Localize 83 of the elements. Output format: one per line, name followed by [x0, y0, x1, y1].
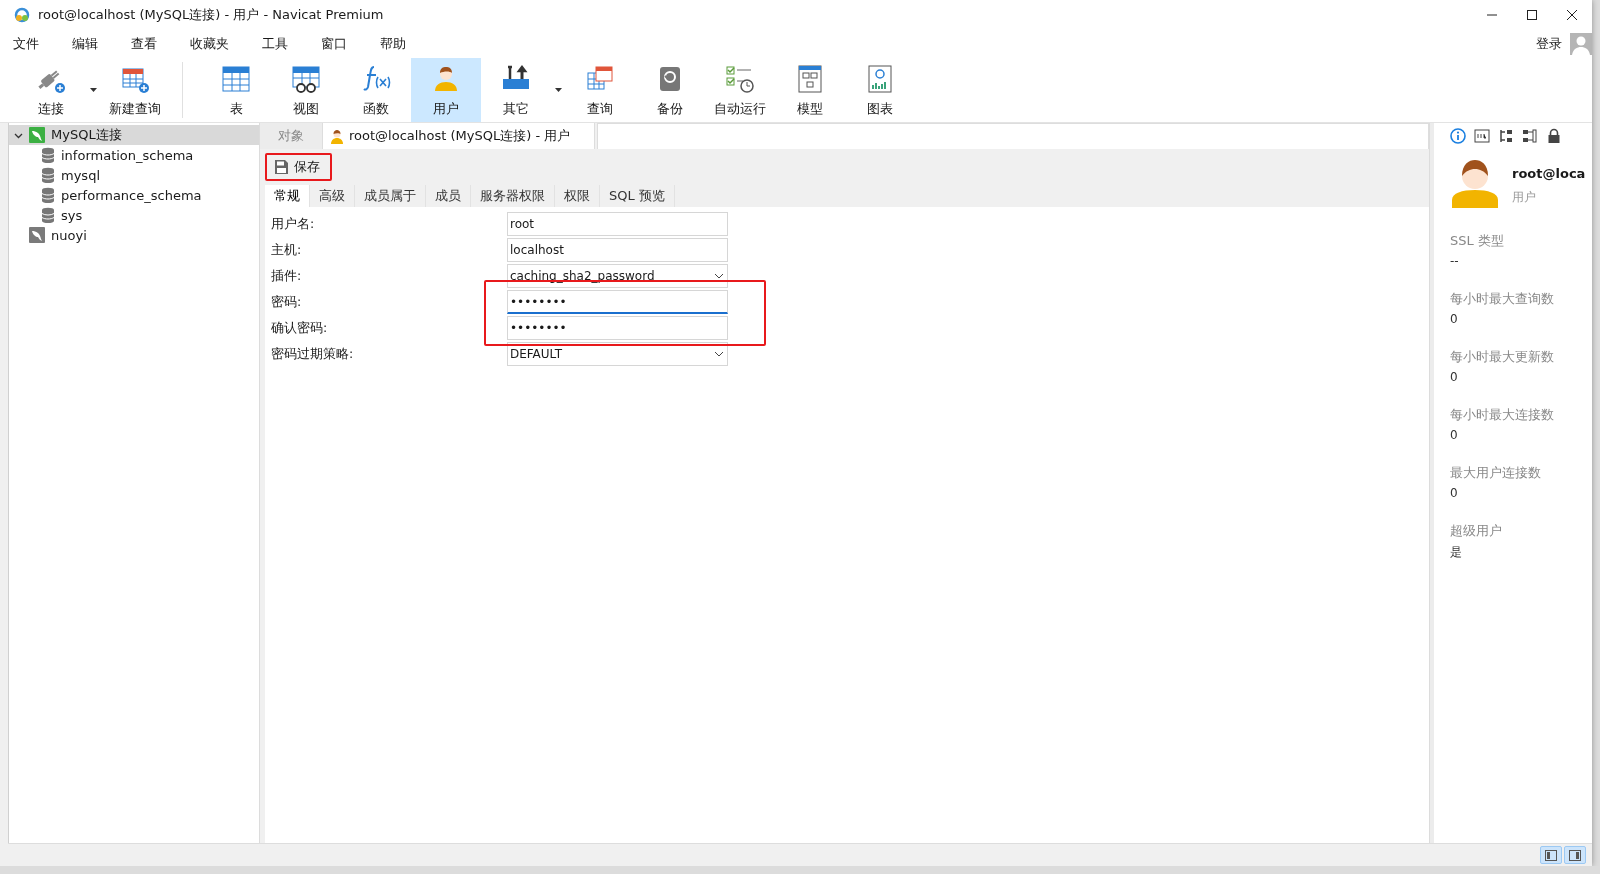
tree-item[interactable]: sys [9, 205, 259, 225]
toolbar-button[interactable]: 模型 [775, 58, 845, 122]
chevron-down-icon[interactable] [714, 351, 724, 357]
tree-item-label: information_schema [61, 147, 194, 163]
lock-icon[interactable] [1546, 128, 1562, 144]
left-panel-icon [1545, 849, 1557, 861]
toolbar-button[interactable]: 视图 [271, 58, 341, 122]
tree-item-label: nuoyi [51, 227, 87, 243]
dropdown-field[interactable]: DEFAULT [507, 342, 728, 366]
database-icon [41, 207, 55, 223]
database-icon [41, 167, 55, 183]
maximize-icon[interactable] [1526, 9, 1538, 21]
menu-item[interactable]: 收藏夹 [183, 33, 236, 55]
chevron-down-icon[interactable] [714, 273, 724, 279]
menu-item[interactable]: 帮助 [373, 33, 413, 55]
user-name: root@loca [1512, 166, 1586, 181]
menu-item[interactable]: 工具 [255, 33, 295, 55]
toolbar-button[interactable]: 自动运行 [705, 58, 775, 122]
property-value: 0 [1450, 312, 1459, 326]
tree-item-label: MySQL连接 [51, 126, 122, 144]
toolbar-button[interactable]: 用户 [411, 58, 481, 122]
input-field[interactable]: root [507, 212, 728, 236]
field-label: 密码过期策略: [271, 345, 355, 363]
field-label: 确认密码: [271, 319, 329, 337]
info-icon[interactable] [1450, 128, 1466, 144]
property-value: 0 [1450, 486, 1459, 500]
property-value: 0 [1450, 370, 1459, 384]
toolbar-button[interactable]: 其它 [481, 58, 551, 122]
property-label: 超级用户 [1450, 522, 1503, 540]
menu-item[interactable]: 文件 [6, 33, 46, 55]
property-value: 0 [1450, 428, 1459, 442]
sub-tab[interactable]: 常规 [265, 185, 310, 207]
ddl-icon[interactable] [1474, 128, 1490, 144]
field-label: 用户名: [271, 215, 316, 233]
user-icon [329, 128, 345, 144]
menu-item[interactable]: 编辑 [65, 33, 105, 55]
property-value: -- [1450, 254, 1460, 268]
property-label: 每小时最大更新数 [1450, 348, 1555, 366]
field-label: 主机: [271, 241, 303, 259]
toolbar-button[interactable]: 表 [201, 58, 271, 122]
window-title: root@localhost (MySQL连接) - 用户 - Navicat Premium [38, 6, 385, 24]
toolbar-button[interactable]: 查询 [565, 58, 635, 122]
toolbar-button[interactable]: 函数 [341, 58, 411, 122]
tree-item-label: performance_schema [61, 187, 202, 203]
property-label: 每小时最大连接数 [1450, 406, 1555, 424]
login-link[interactable]: 登录 [1536, 35, 1562, 53]
toolbar-button[interactable]: 连接 [16, 58, 86, 122]
menu-item[interactable]: 窗口 [314, 33, 354, 55]
panel-toggle-button[interactable] [1540, 846, 1562, 864]
tree-item[interactable]: MySQL连接 [9, 125, 259, 145]
close-icon[interactable] [1566, 9, 1578, 21]
panel-toggle-button[interactable] [1564, 846, 1586, 864]
tree-item[interactable]: information_schema [9, 145, 259, 165]
password-field[interactable]: •••••••• [507, 290, 728, 314]
property-label: 每小时最大查询数 [1450, 290, 1555, 308]
tree-item[interactable]: nuoyi [9, 225, 259, 245]
menu-item[interactable]: 查看 [124, 33, 164, 55]
toolbar-button[interactable]: 图表 [845, 58, 915, 122]
tree-item-label: mysql [61, 167, 100, 183]
save-button[interactable]: 保存 [265, 153, 332, 181]
property-label: 最大用户连接数 [1450, 464, 1542, 482]
database-icon [41, 147, 55, 163]
dropdown-caret-icon[interactable] [89, 88, 97, 92]
property-label: SSL 类型 [1450, 232, 1505, 250]
compare-icon[interactable] [1522, 128, 1538, 144]
dependency-icon[interactable] [1498, 128, 1514, 144]
dropdown-field[interactable]: caching_sha2_password [507, 264, 728, 288]
toolbar-button[interactable]: 新建查询 [100, 58, 170, 122]
dropdown-caret-icon[interactable] [554, 88, 562, 92]
database-icon [41, 187, 55, 203]
app-logo-icon [14, 7, 30, 23]
tree-item-label: sys [61, 207, 83, 223]
password-field[interactable]: •••••••• [507, 316, 728, 340]
right-panel-icon [1569, 849, 1581, 861]
input-field[interactable]: localhost [507, 238, 728, 262]
editor-tab[interactable]: root@localhost (MySQL连接) - 用户 [323, 123, 596, 149]
field-label: 密码: [271, 293, 303, 311]
toolbar-button[interactable]: 备份 [635, 58, 705, 122]
property-value: 是 [1450, 544, 1463, 561]
field-label: 插件: [271, 267, 303, 285]
user-role: 用户 [1512, 189, 1537, 206]
tree-item[interactable]: performance_schema [9, 185, 259, 205]
tree-item[interactable]: mysql [9, 165, 259, 185]
